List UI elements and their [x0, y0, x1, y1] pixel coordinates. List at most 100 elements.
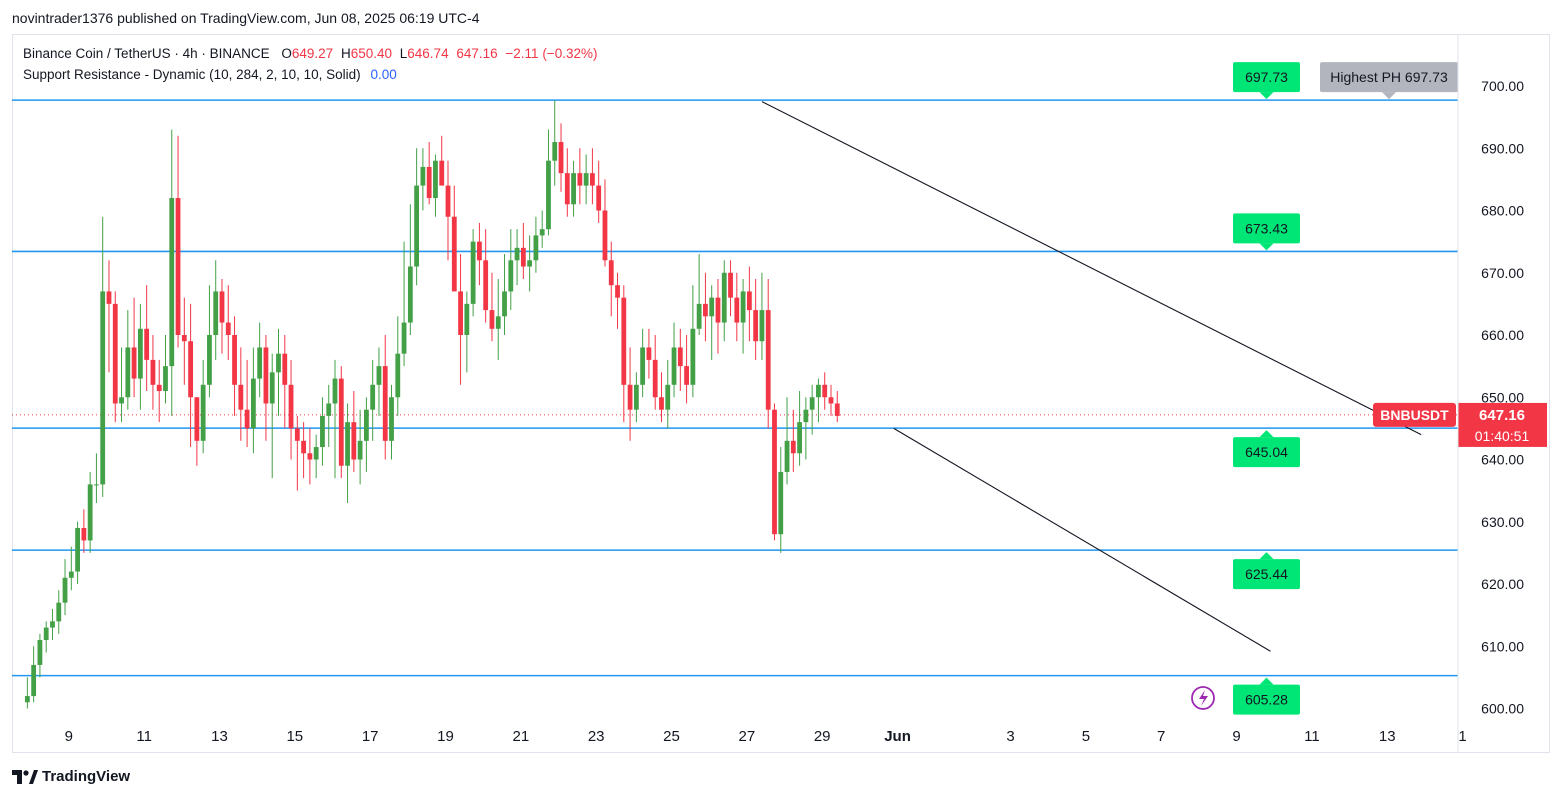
candle-body: [401, 322, 407, 354]
symbol-tag-text: BNBUSDT: [1380, 407, 1449, 423]
candle: [100, 216, 106, 497]
candle: [734, 272, 740, 342]
level-label-pointer: [1259, 430, 1274, 438]
candle-body: [633, 384, 639, 410]
candle: [301, 422, 307, 479]
candle-body: [445, 185, 451, 217]
candle-body: [62, 577, 68, 603]
candle-body: [677, 347, 683, 367]
candle: [407, 204, 413, 335]
candle: [640, 328, 646, 398]
candle: [31, 646, 37, 703]
candle: [822, 372, 828, 410]
indicator-legend: Support Resistance - Dynamic (10, 284, 2…: [23, 67, 397, 82]
trendline: [761, 101, 1422, 436]
candle-body: [389, 397, 394, 441]
change-value: −2.11 (−0.32%): [505, 46, 598, 61]
candle: [263, 335, 269, 441]
candle-body: [809, 397, 815, 410]
candle: [382, 335, 388, 460]
candle: [200, 359, 206, 454]
candle-body: [112, 303, 118, 404]
x-tick-label: 1: [1458, 728, 1466, 745]
candle-body: [426, 166, 432, 199]
candle: [137, 303, 143, 410]
price-chart[interactable]: 700.00 690.00 680.00 670.00 660.00 650.00 640.…: [0, 0, 1563, 799]
candle: [659, 372, 664, 423]
candle: [753, 278, 759, 360]
candle-body: [602, 210, 608, 261]
candle: [665, 359, 671, 429]
candle-body: [307, 453, 313, 460]
x-tick-label: 7: [1157, 728, 1165, 745]
candle-body: [546, 160, 551, 230]
x-tick-label: 9: [65, 728, 73, 745]
candle: [552, 100, 558, 186]
candle: [577, 148, 583, 205]
candle: [834, 391, 840, 423]
candle: [489, 272, 495, 342]
candle: [175, 135, 181, 348]
high-label: H: [340, 46, 351, 61]
candle-body: [338, 378, 344, 466]
candle: [194, 397, 200, 466]
candle: [621, 285, 627, 423]
candle-body: [734, 297, 740, 323]
candle-body: [721, 272, 727, 323]
candle-body: [451, 216, 457, 292]
x-tick-label: 13: [1379, 728, 1396, 745]
candle: [571, 160, 576, 217]
x-tick-label: 29: [814, 728, 831, 745]
candle-body: [778, 471, 784, 535]
candle: [219, 278, 225, 354]
candle-body: [94, 484, 99, 486]
symbol-title[interactable]: Binance Coin / TetherUS · 4h · BINANCE: [23, 46, 270, 61]
y-tick-label: 660.00: [1481, 327, 1524, 343]
candle-body: [834, 403, 840, 416]
candle-body: [671, 347, 677, 385]
x-tick-label: 5: [1082, 728, 1090, 745]
x-tick-label: 9: [1232, 728, 1240, 745]
candle: [451, 185, 457, 292]
x-tick-label: 11: [136, 728, 152, 745]
candle-body: [596, 185, 602, 211]
candle-body: [276, 353, 281, 373]
x-tick-label: 13: [211, 728, 228, 745]
level-label-pointer: [1259, 92, 1274, 100]
candle-body: [746, 291, 752, 311]
candle-body: [131, 347, 137, 379]
candle-body: [156, 384, 162, 392]
candle-body: [106, 291, 112, 304]
candle-body: [665, 384, 671, 410]
candle-body: [627, 384, 633, 410]
candle-body: [590, 173, 595, 186]
x-tick-label: 25: [663, 728, 680, 745]
candle: [282, 335, 288, 429]
candle-body: [119, 397, 124, 404]
candle-body: [125, 347, 131, 398]
candle: [426, 142, 432, 205]
candle-body: [207, 335, 212, 385]
candle-body: [219, 291, 225, 323]
candle-body: [144, 328, 150, 360]
candle-body: [232, 335, 237, 385]
candle-body: [87, 484, 93, 541]
level-label-text: 625.44: [1245, 566, 1288, 582]
candle: [602, 179, 608, 267]
candle: [68, 546, 74, 591]
tradingview-brand[interactable]: TradingView: [12, 768, 130, 785]
candle: [596, 160, 602, 223]
candle-body: [50, 621, 55, 628]
indicator-title[interactable]: Support Resistance - Dynamic (10, 284, 2…: [23, 67, 361, 82]
candle: [376, 347, 382, 416]
candle-body: [244, 409, 250, 429]
candle-body: [24, 696, 30, 703]
candle: [633, 372, 639, 423]
candle: [207, 285, 212, 398]
candle: [320, 397, 325, 466]
candle: [156, 359, 162, 423]
candle-body: [577, 173, 583, 186]
candle: [671, 322, 677, 398]
candle: [345, 403, 350, 504]
level-label-pointer: [1259, 552, 1274, 560]
